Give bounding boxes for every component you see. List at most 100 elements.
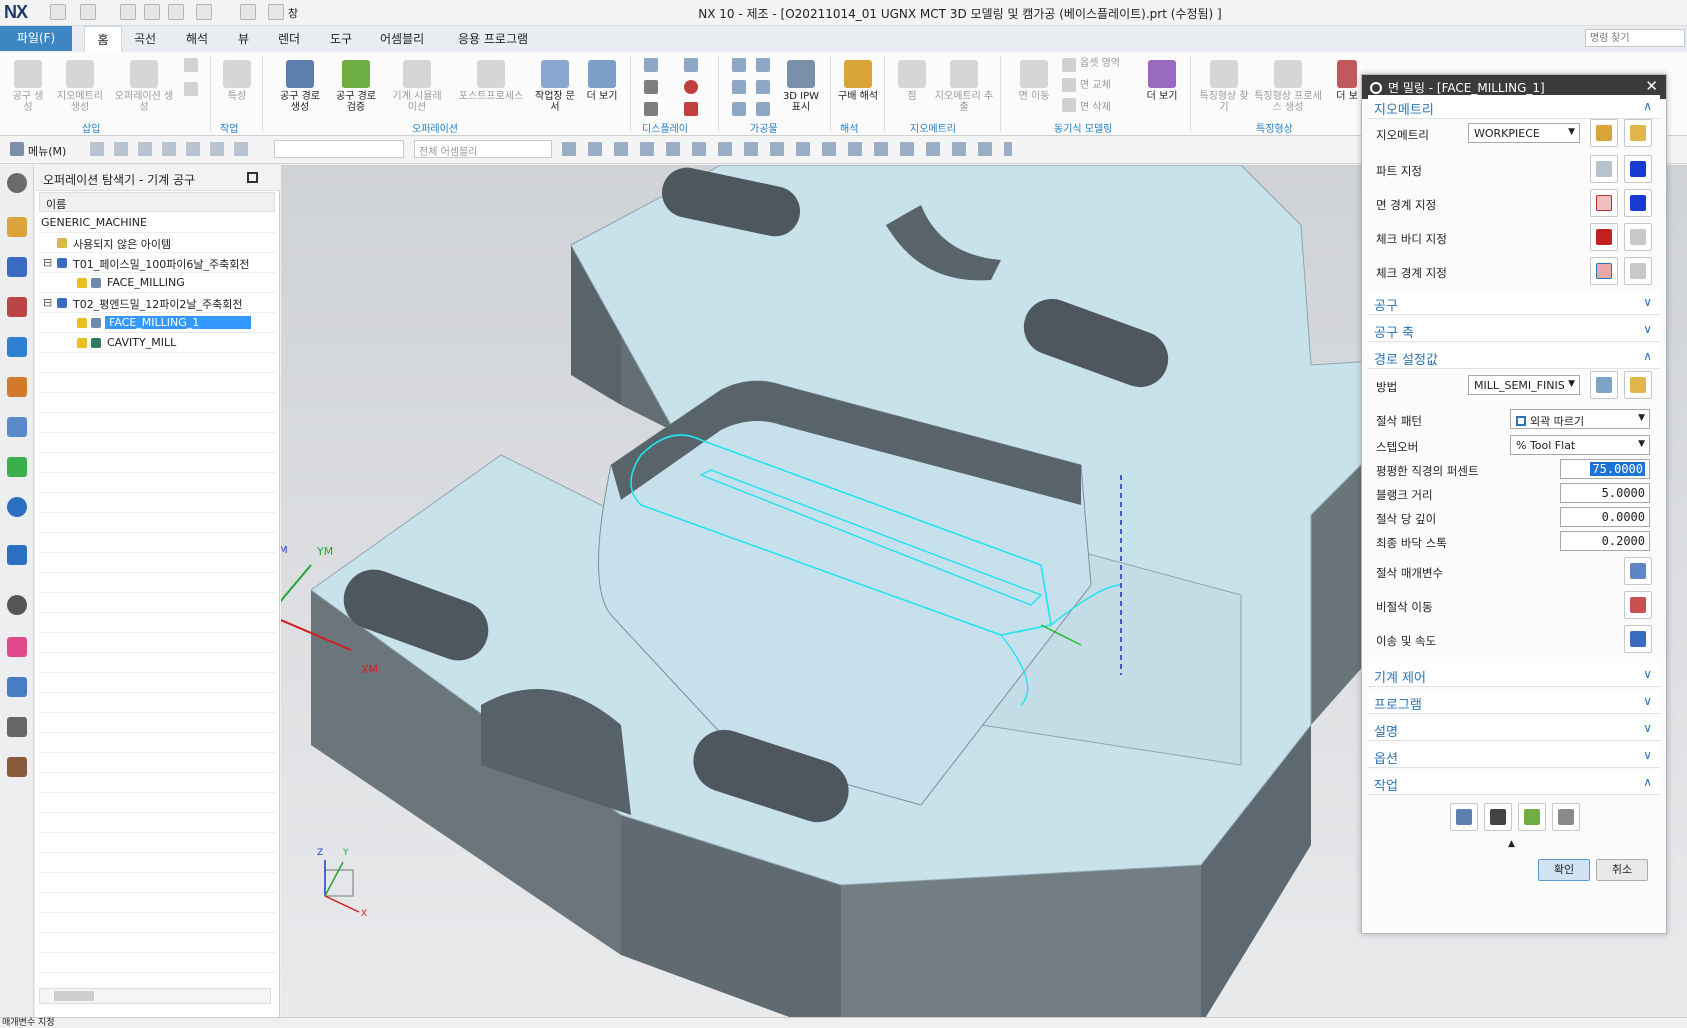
display-check-boundary-button[interactable]	[1624, 257, 1652, 285]
ok-button[interactable]: 확인	[1538, 859, 1590, 881]
reuse-library-icon[interactable]	[7, 457, 27, 477]
draft-analysis-button[interactable]: 구배 해석	[836, 60, 880, 102]
tree-row-unused-items[interactable]: 사용되지 않은 아이템	[39, 233, 275, 253]
clock-icon[interactable]	[7, 595, 27, 615]
section-geometry-header[interactable]: 지오메트리 ∧	[1368, 95, 1660, 119]
section-description-header[interactable]: 설명 ∨	[1368, 717, 1660, 741]
properties-button[interactable]: 특성	[220, 60, 254, 102]
tool-icon[interactable]	[7, 717, 27, 737]
tree-row-tool-t02[interactable]: ⊟ T02_평엔드밀_12파이2날_주축회전	[39, 293, 275, 313]
ipw-icon-1[interactable]	[732, 58, 746, 72]
specify-part-button[interactable]	[1590, 155, 1618, 183]
ipw-icon-6[interactable]	[756, 102, 770, 116]
method-select[interactable]: MILL_SEMI_FINIS ▼	[1468, 375, 1580, 395]
final-floor-stock-input[interactable]: 0.2000	[1560, 531, 1650, 551]
replay-button[interactable]	[1484, 803, 1512, 831]
delete-face-label[interactable]: 면 삭제	[1080, 102, 1111, 113]
cut-icon[interactable]	[120, 4, 136, 20]
window-icon[interactable]	[268, 4, 284, 20]
feature-navigator-icon[interactable]	[7, 417, 27, 437]
verify-button[interactable]	[1518, 803, 1546, 831]
tab-analysis[interactable]: 해석	[186, 26, 208, 52]
operation-navigator-icon[interactable]	[7, 337, 27, 357]
machine-tool-navigator-icon[interactable]	[7, 377, 27, 397]
window-menu[interactable]: 창	[288, 5, 298, 21]
settings-gear-icon[interactable]	[7, 173, 27, 193]
specify-check-body-button[interactable]	[1590, 223, 1618, 251]
flat-diameter-percent-input[interactable]: 75.0000	[1560, 459, 1650, 479]
navigator-horizontal-scrollbar[interactable]	[39, 988, 271, 1004]
new-method-button[interactable]	[1590, 371, 1618, 399]
more-button-2[interactable]: 더 보기	[1142, 60, 1182, 102]
part-navigator-icon[interactable]	[7, 297, 27, 317]
ipw-icon-3[interactable]	[732, 80, 746, 94]
generate-tool-path-button[interactable]: 공구 경로 생성	[274, 60, 326, 113]
edit-geometry-button[interactable]	[1624, 119, 1652, 147]
close-icon[interactable]: ✕	[1645, 77, 1658, 95]
offset-region-label[interactable]: 옵셋 영역	[1080, 58, 1120, 69]
menu-button[interactable]: 메뉴(M)	[28, 143, 66, 159]
display-check-body-button[interactable]	[1624, 223, 1652, 251]
create-tool-button[interactable]: 공구 생성	[10, 60, 46, 113]
tab-applications[interactable]: 응용 프로그램	[458, 26, 528, 52]
find-feature-button[interactable]: 특징형상 찾기	[1198, 60, 1250, 113]
command-search-input[interactable]	[1585, 29, 1685, 47]
insert-small-icon-2[interactable]	[184, 82, 198, 96]
feeds-speeds-button[interactable]	[1624, 625, 1652, 653]
tab-curve[interactable]: 곡선	[134, 26, 156, 52]
display-icon-2[interactable]	[684, 58, 698, 72]
cut-pattern-select[interactable]: 외곽 따르기 ▼	[1510, 409, 1650, 429]
scroll-thumb[interactable]	[54, 991, 94, 1001]
section-options-header[interactable]: 옵션 ∨	[1368, 744, 1660, 768]
section-actions-header[interactable]: 작업 ∧	[1368, 771, 1660, 795]
view-tool-icons[interactable]	[562, 142, 1012, 156]
repeat-command-icon[interactable]	[196, 4, 212, 20]
web-browser-icon[interactable]	[7, 497, 27, 517]
verify-tool-path-button[interactable]: 공구 경로 검증	[330, 60, 382, 113]
more-button-1[interactable]: 더 보기	[584, 60, 620, 102]
constraint-navigator-icon[interactable]	[7, 257, 27, 277]
replace-face-label[interactable]: 면 교체	[1080, 80, 1111, 91]
maximize-icon[interactable]	[247, 172, 258, 183]
name-column-header[interactable]: 이름	[39, 192, 275, 212]
palette-icon[interactable]	[7, 637, 27, 657]
section-machine-control-header[interactable]: 기계 제어 ∨	[1368, 663, 1660, 687]
edit-method-button[interactable]	[1624, 371, 1652, 399]
assembly-scope-combo[interactable]: 전체 어셈블리	[414, 140, 552, 158]
display-part-button[interactable]	[1624, 155, 1652, 183]
insert-small-icon[interactable]	[184, 58, 198, 72]
depth-per-cut-input[interactable]: 0.0000	[1560, 507, 1650, 527]
extract-geometry-button[interactable]: 지오메트리 추출	[934, 60, 994, 113]
display-icon-1[interactable]	[644, 58, 658, 72]
feature-process-button[interactable]: 특징형상 프로세스 생성	[1252, 60, 1324, 113]
process-navigator-icon[interactable]	[7, 677, 27, 697]
ipw-icon-4[interactable]	[756, 80, 770, 94]
delete-face-icon[interactable]	[1062, 98, 1076, 112]
geometry-select[interactable]: WORKPIECE ▼	[1468, 123, 1580, 143]
offset-region-icon[interactable]	[1062, 58, 1076, 72]
blank-distance-input[interactable]: 5.0000	[1560, 483, 1650, 503]
specify-face-boundary-button[interactable]	[1590, 189, 1618, 217]
show-3d-ipw-button[interactable]: 3D IPW 표시	[780, 60, 822, 113]
ipw-icon-5[interactable]	[732, 102, 746, 116]
replace-face-icon[interactable]	[1062, 78, 1076, 92]
tab-assemblies[interactable]: 어셈블리	[380, 26, 424, 52]
tree-row-face-milling-1[interactable]: FACE_MILLING_1	[39, 313, 275, 333]
tab-tools[interactable]: 도구	[330, 26, 352, 52]
assembly-navigator-icon[interactable]	[7, 217, 27, 237]
undo-icon[interactable]	[80, 4, 96, 20]
display-icon-4[interactable]	[684, 80, 698, 94]
history-icon[interactable]	[7, 545, 27, 565]
postprocess-button[interactable]: 포스트프로세스	[452, 60, 530, 102]
roles-icon[interactable]	[7, 757, 27, 777]
tree-row-face-milling[interactable]: FACE_MILLING	[39, 273, 275, 293]
move-face-button[interactable]: 면 이동	[1014, 60, 1054, 102]
cutting-parameters-button[interactable]	[1624, 557, 1652, 585]
type-filter-combo[interactable]	[274, 140, 404, 158]
paste-icon[interactable]	[168, 4, 184, 20]
tab-view[interactable]: 뷰	[238, 26, 249, 52]
generate-button[interactable]	[1450, 803, 1478, 831]
section-tool-axis-header[interactable]: 공구 축 ∨	[1368, 318, 1660, 342]
display-face-boundary-button[interactable]	[1624, 189, 1652, 217]
touch-mode-icon[interactable]	[240, 4, 256, 20]
